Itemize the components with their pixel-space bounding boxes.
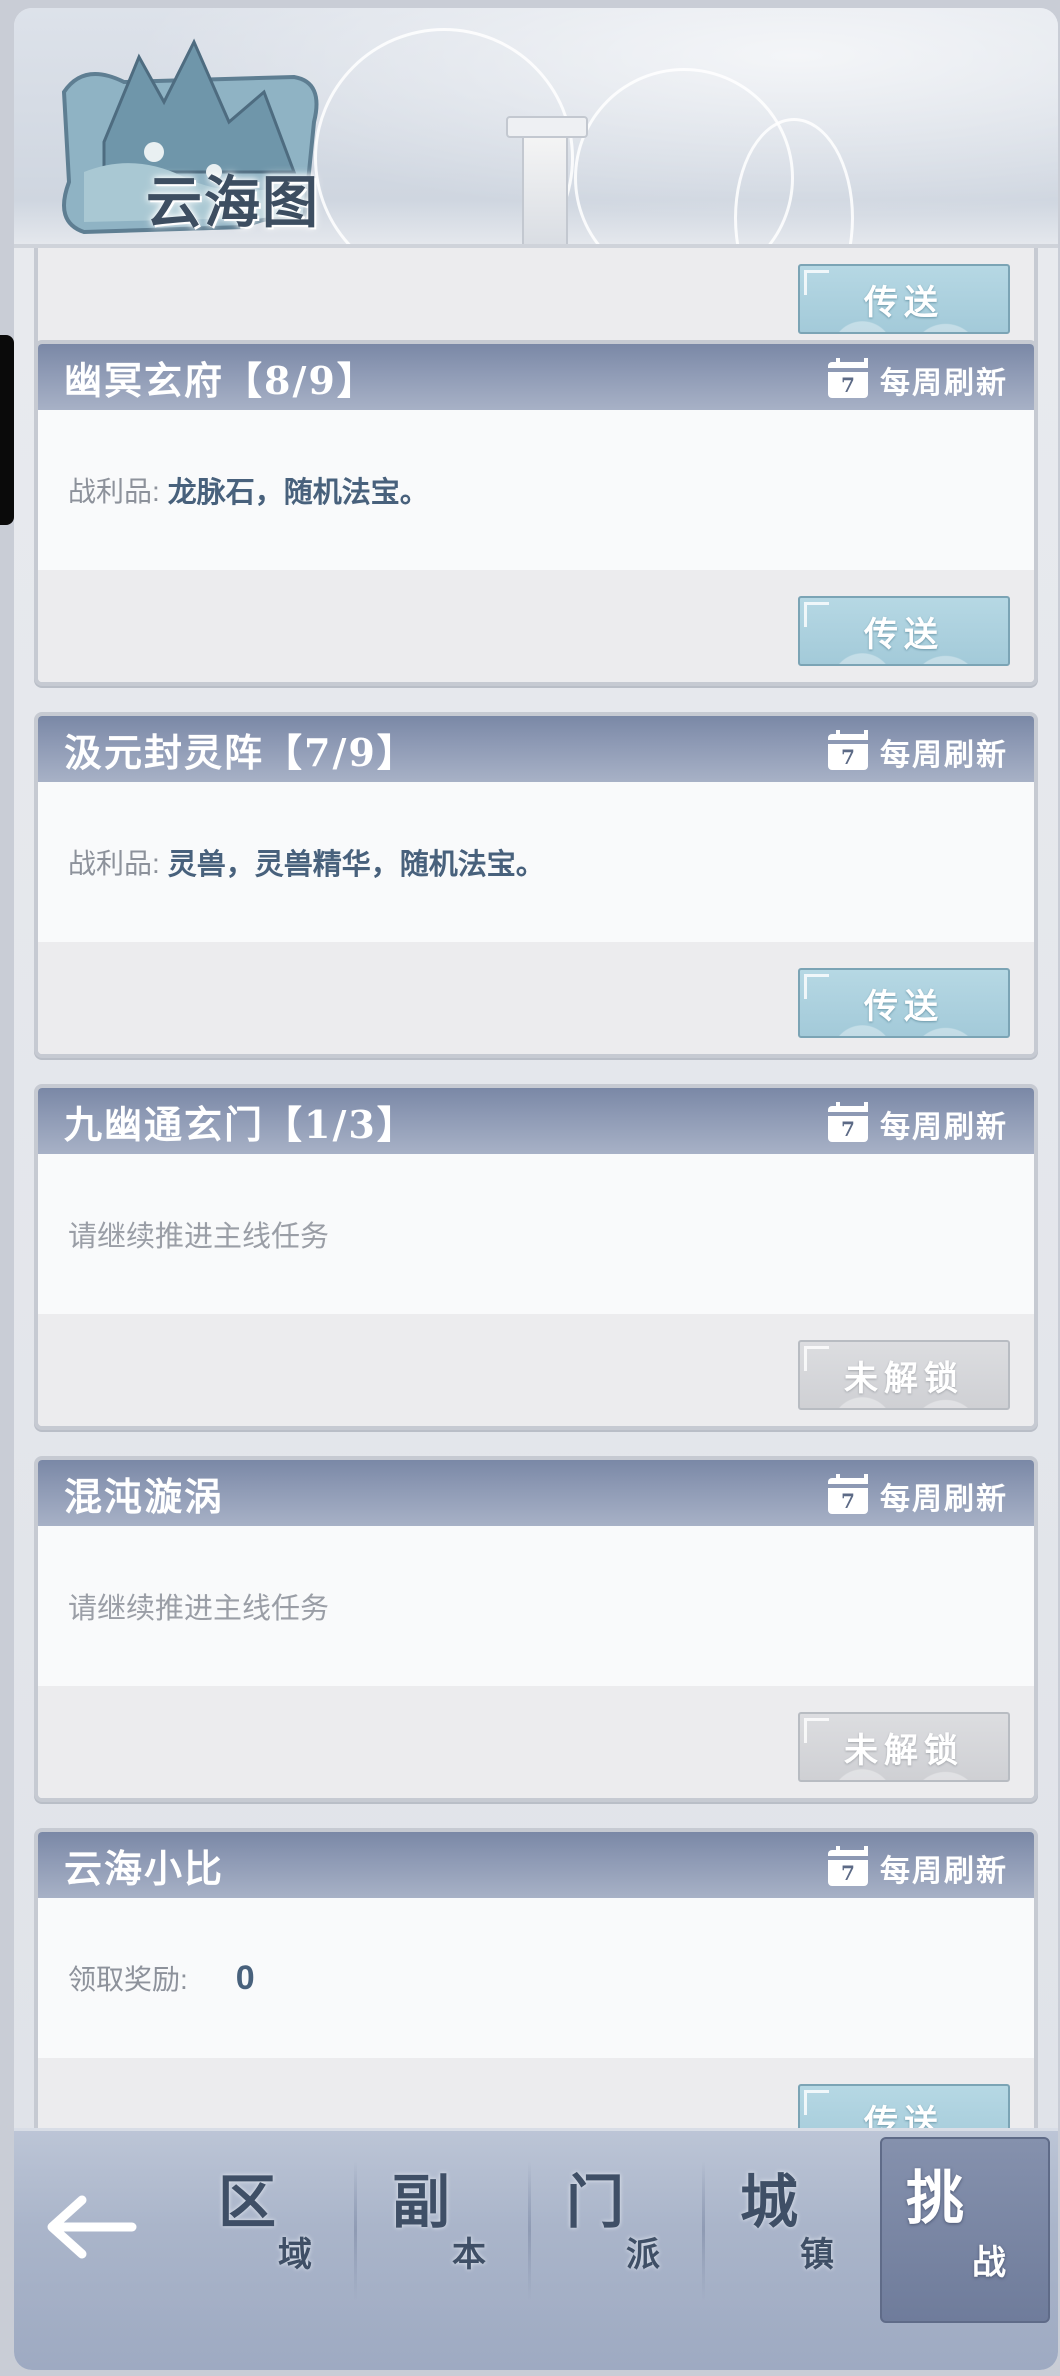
dungeon-title: 汲元封灵阵【7/9】 [64, 729, 417, 775]
nav-tab-sub: 镇 [800, 2235, 834, 2275]
loot-label: 战利品: [68, 848, 160, 879]
calendar-icon: 7 [828, 1846, 868, 1886]
refresh-info: 7 每周刷新 [828, 1102, 1008, 1146]
dungeon-list[interactable]: 传送 幽冥玄府【8/9】 7 每周刷新 战利品: 龙脉石，随机法宝。 传送 汲元… [34, 248, 1038, 2128]
nav-tab-main: 门 [566, 2168, 625, 2236]
nav-tab-dungeon[interactable]: 副 本 [366, 2151, 534, 2301]
bottom-nav: 区 域 副 本 门 派 城 镇 挑 战 [14, 2128, 1058, 2370]
teleport-button[interactable]: 传送 [798, 596, 1010, 666]
nav-tab-sub: 战 [972, 2243, 1006, 2283]
card-footer: 未解锁 [38, 1314, 1034, 1426]
card-footer: 传送 [38, 942, 1034, 1054]
nav-tab-challenge[interactable]: 挑 战 [880, 2137, 1050, 2323]
dungeon-title: 云海小比 [64, 1845, 225, 1891]
nav-tab-sub: 派 [626, 2235, 660, 2275]
loot-items: 龙脉石，随机法宝。 [167, 477, 429, 509]
refresh-label: 每周刷新 [880, 738, 1008, 773]
reward-value: 0 [235, 1958, 255, 1997]
unlock-tip: 请继续推进主线任务 [68, 1593, 330, 1625]
calendar-icon: 7 [828, 358, 868, 398]
dungeon-card-partial: 传送 [34, 248, 1038, 354]
pagoda-decoration [506, 116, 588, 248]
page-title: 云海图 [146, 170, 320, 236]
card-footer: 未解锁 [38, 1686, 1034, 1798]
card-header: 云海小比 7 每周刷新 [38, 1832, 1034, 1898]
nav-tab-sub: 本 [452, 2235, 486, 2275]
refresh-label: 每周刷新 [880, 366, 1008, 401]
calendar-icon: 7 [828, 730, 868, 770]
nav-tab-town[interactable]: 城 镇 [714, 2151, 882, 2301]
nav-tab-region[interactable]: 区 域 [192, 2151, 360, 2301]
nav-tab-main: 区 [218, 2168, 277, 2236]
header-banner: 云海图 [14, 8, 1058, 248]
dungeon-card: 混沌漩涡 7 每周刷新 请继续推进主线任务 未解锁 [34, 1456, 1038, 1802]
teleport-button[interactable]: 传送 [798, 264, 1010, 334]
refresh-info: 7 每周刷新 [828, 358, 1008, 402]
calendar-icon: 7 [828, 1474, 868, 1514]
card-body: 战利品: 龙脉石，随机法宝。 [38, 410, 1034, 570]
refresh-label: 每周刷新 [880, 1854, 1008, 1889]
loot-label: 战利品: [68, 476, 160, 507]
refresh-label: 每周刷新 [880, 1482, 1008, 1517]
dungeon-title: 幽冥玄府【8/9】 [64, 357, 377, 403]
nav-tab-main: 副 [392, 2168, 451, 2236]
nav-divider [702, 2161, 705, 2301]
nav-tab-main: 挑 [906, 2164, 965, 2232]
dungeon-card: 幽冥玄府【8/9】 7 每周刷新 战利品: 龙脉石，随机法宝。 传送 [34, 340, 1038, 686]
app-frame: 云海图 传送 幽冥玄府【8/9】 7 每周刷新 战利品: 龙脉石，随机法宝。 传… [14, 8, 1058, 2370]
unlock-tip: 请继续推进主线任务 [68, 1221, 330, 1253]
dungeon-card: 汲元封灵阵【7/9】 7 每周刷新 战利品: 灵兽，灵兽精华，随机法宝。 传送 [34, 712, 1038, 1058]
card-footer: 传送 [38, 570, 1034, 682]
refresh-info: 7 每周刷新 [828, 1846, 1008, 1890]
nav-divider [354, 2161, 357, 2301]
back-arrow-icon [47, 2195, 137, 2259]
nav-tab-main: 城 [740, 2168, 799, 2236]
nav-tab-sect[interactable]: 门 派 [540, 2151, 708, 2301]
refresh-info: 7 每周刷新 [828, 1474, 1008, 1518]
locked-button[interactable]: 未解锁 [798, 1712, 1010, 1782]
calendar-icon: 7 [828, 1102, 868, 1142]
refresh-label: 每周刷新 [880, 1110, 1008, 1145]
card-footer: 传送 [38, 248, 1034, 350]
loot-items: 灵兽，灵兽精华，随机法宝。 [167, 849, 545, 881]
refresh-info: 7 每周刷新 [828, 730, 1008, 774]
teleport-button[interactable]: 传送 [798, 968, 1010, 1038]
teleport-button[interactable]: 传送 [798, 2084, 1010, 2128]
card-header: 九幽通玄门【1/3】 7 每周刷新 [38, 1088, 1034, 1154]
dungeon-card: 九幽通玄门【1/3】 7 每周刷新 请继续推进主线任务 未解锁 [34, 1084, 1038, 1430]
nav-tab-sub: 域 [278, 2235, 312, 2275]
card-footer: 传送 [38, 2058, 1034, 2128]
dungeon-title: 九幽通玄门【1/3】 [64, 1101, 417, 1147]
card-header: 混沌漩涡 7 每周刷新 [38, 1460, 1034, 1526]
dungeon-title: 混沌漩涡 [64, 1473, 225, 1519]
locked-button[interactable]: 未解锁 [798, 1340, 1010, 1410]
reward-label: 领取奖励: [68, 1964, 188, 1995]
card-body: 请继续推进主线任务 [38, 1154, 1034, 1314]
device-side-button [0, 335, 14, 525]
nav-divider [528, 2161, 531, 2301]
card-header: 汲元封灵阵【7/9】 7 每周刷新 [38, 716, 1034, 782]
dungeon-card: 云海小比 7 每周刷新 领取奖励: 0 传送 [34, 1828, 1038, 2128]
card-body: 战利品: 灵兽，灵兽精华，随机法宝。 [38, 782, 1034, 942]
back-button[interactable] [32, 2177, 152, 2277]
card-body: 领取奖励: 0 [38, 1898, 1034, 2058]
card-body: 请继续推进主线任务 [38, 1526, 1034, 1686]
card-header: 幽冥玄府【8/9】 7 每周刷新 [38, 344, 1034, 410]
